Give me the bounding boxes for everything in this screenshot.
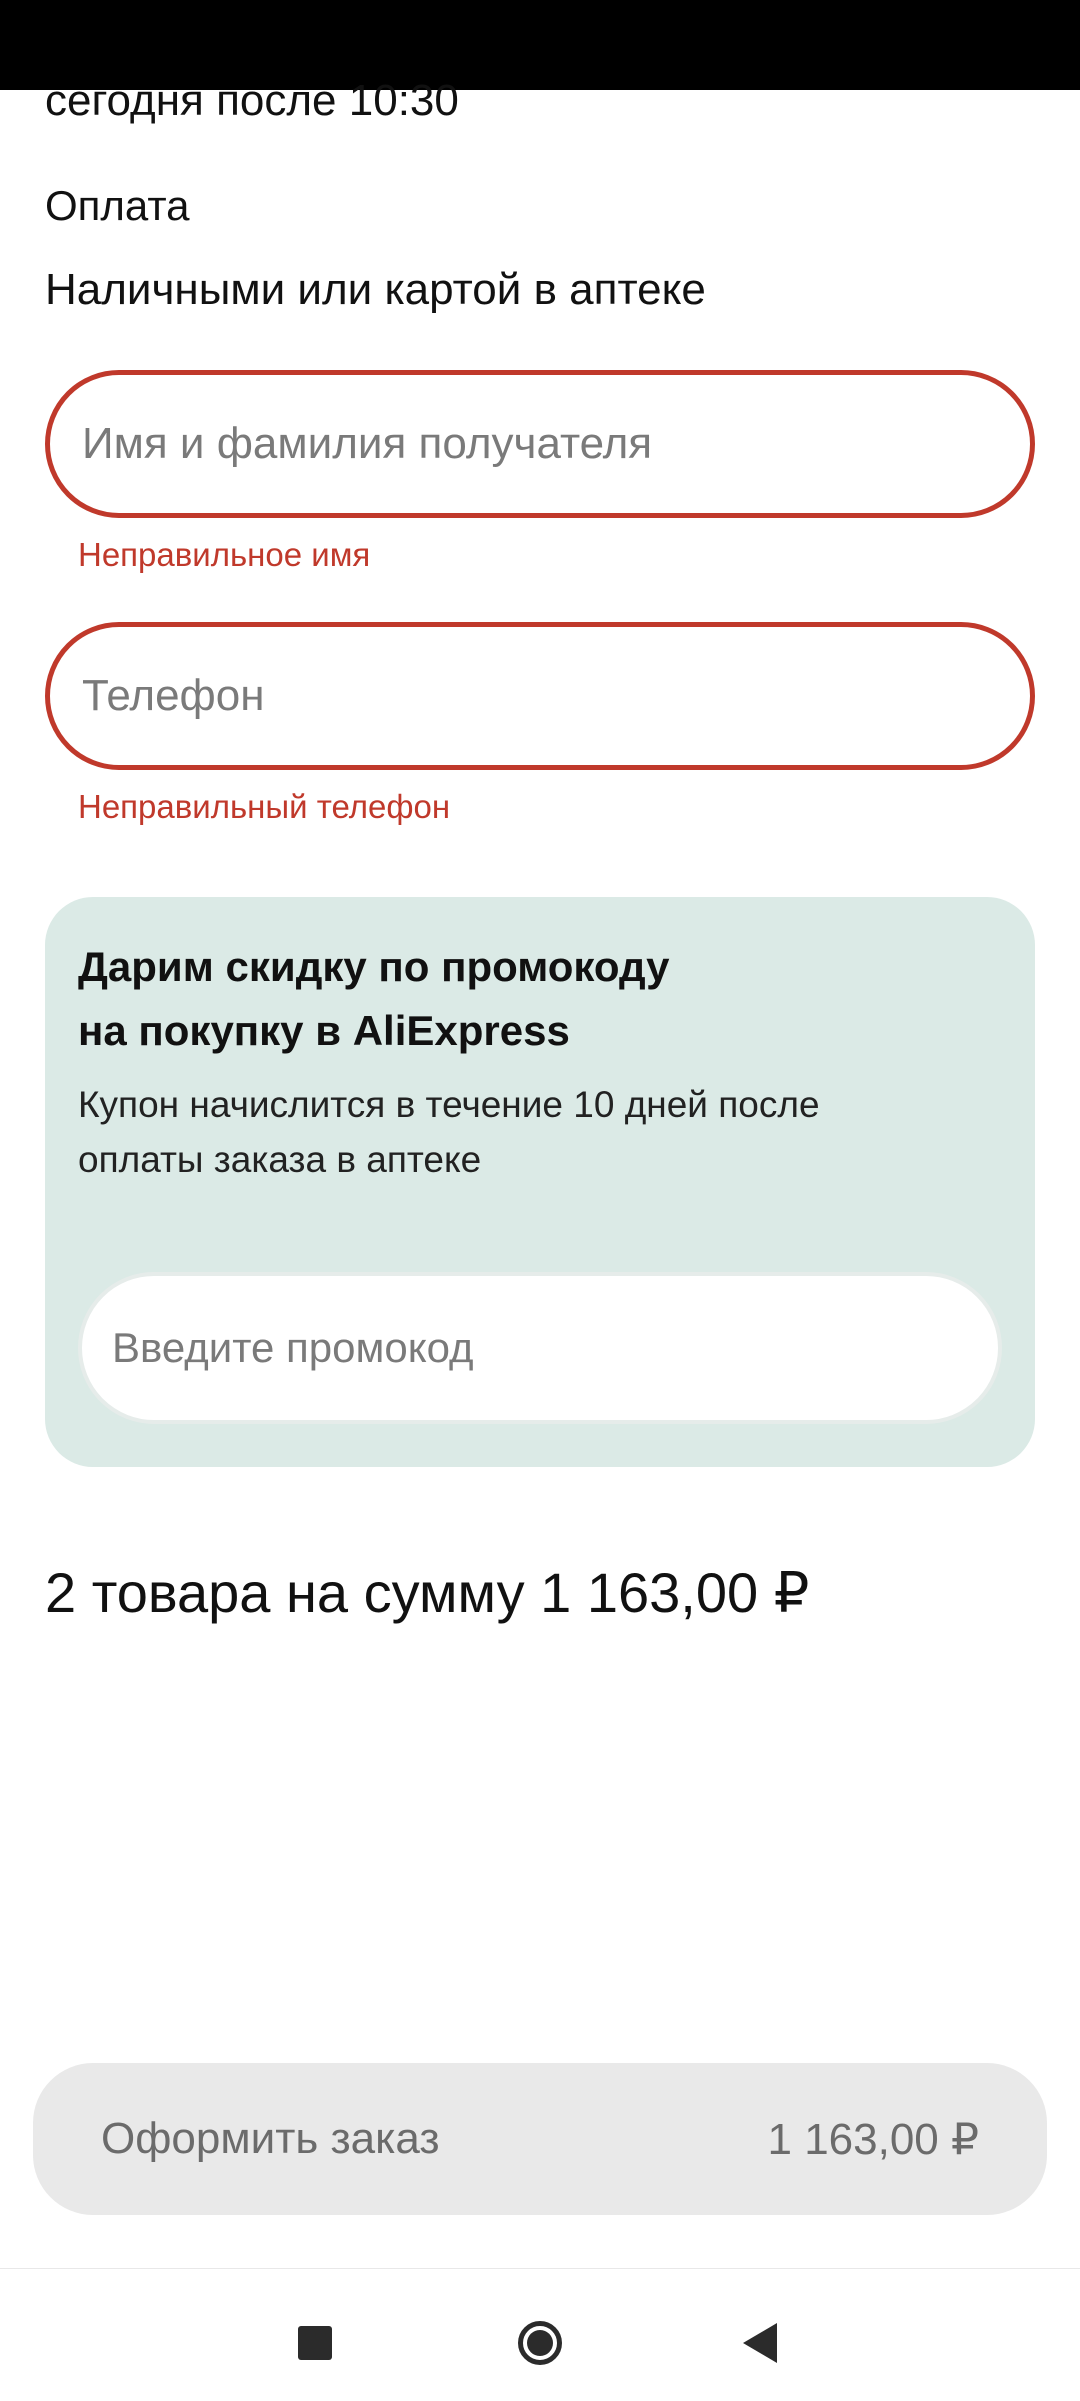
phone-input[interactable]	[50, 670, 1030, 722]
place-order-button[interactable]: Оформить заказ 1 163,00 ₽	[33, 2063, 1047, 2215]
home-button[interactable]	[510, 2313, 570, 2373]
promo-description-line2: оплаты заказа в аптеке	[78, 1139, 482, 1180]
promo-description: Купон начислится в течение 10 дней после…	[78, 1077, 978, 1187]
promo-title: Дарим скидку по промокоду на покупку в A…	[78, 935, 978, 1063]
triangle-back-icon	[743, 2323, 777, 2363]
promo-description-line1: Купон начислится в течение 10 дней после	[78, 1084, 820, 1125]
square-icon	[298, 2326, 332, 2360]
phone-error-text: Неправильный телефон	[78, 788, 451, 825]
promo-title-line1: Дарим скидку по промокоду	[78, 943, 670, 990]
name-error-text: Неправильное имя	[78, 536, 371, 573]
recipient-name-input[interactable]	[50, 418, 1030, 470]
phone-field[interactable]	[45, 622, 1035, 770]
payment-label: Оплата	[45, 182, 190, 229]
promo-code-input[interactable]	[82, 1323, 998, 1373]
recipient-name-field[interactable]	[45, 370, 1035, 518]
circle-home-icon	[518, 2321, 562, 2365]
back-button[interactable]	[730, 2313, 790, 2373]
recent-apps-button[interactable]	[285, 2313, 345, 2373]
place-order-label: Оформить заказ	[101, 2114, 440, 2163]
promo-code-field[interactable]	[78, 1272, 1002, 1424]
promo-title-line2: на покупку в AliExpress	[78, 1007, 570, 1054]
payment-method: Наличными или картой в аптеке	[45, 265, 706, 314]
system-navigation-bar	[0, 2268, 1080, 2401]
delivery-time: сегодня после 10:30	[45, 76, 459, 125]
order-total-summary: 2 товара на сумму 1 163,00 ₽	[45, 1561, 810, 1624]
promo-card: Дарим скидку по промокоду на покупку в A…	[45, 897, 1035, 1467]
place-order-price: 1 163,00 ₽	[767, 2114, 980, 2164]
